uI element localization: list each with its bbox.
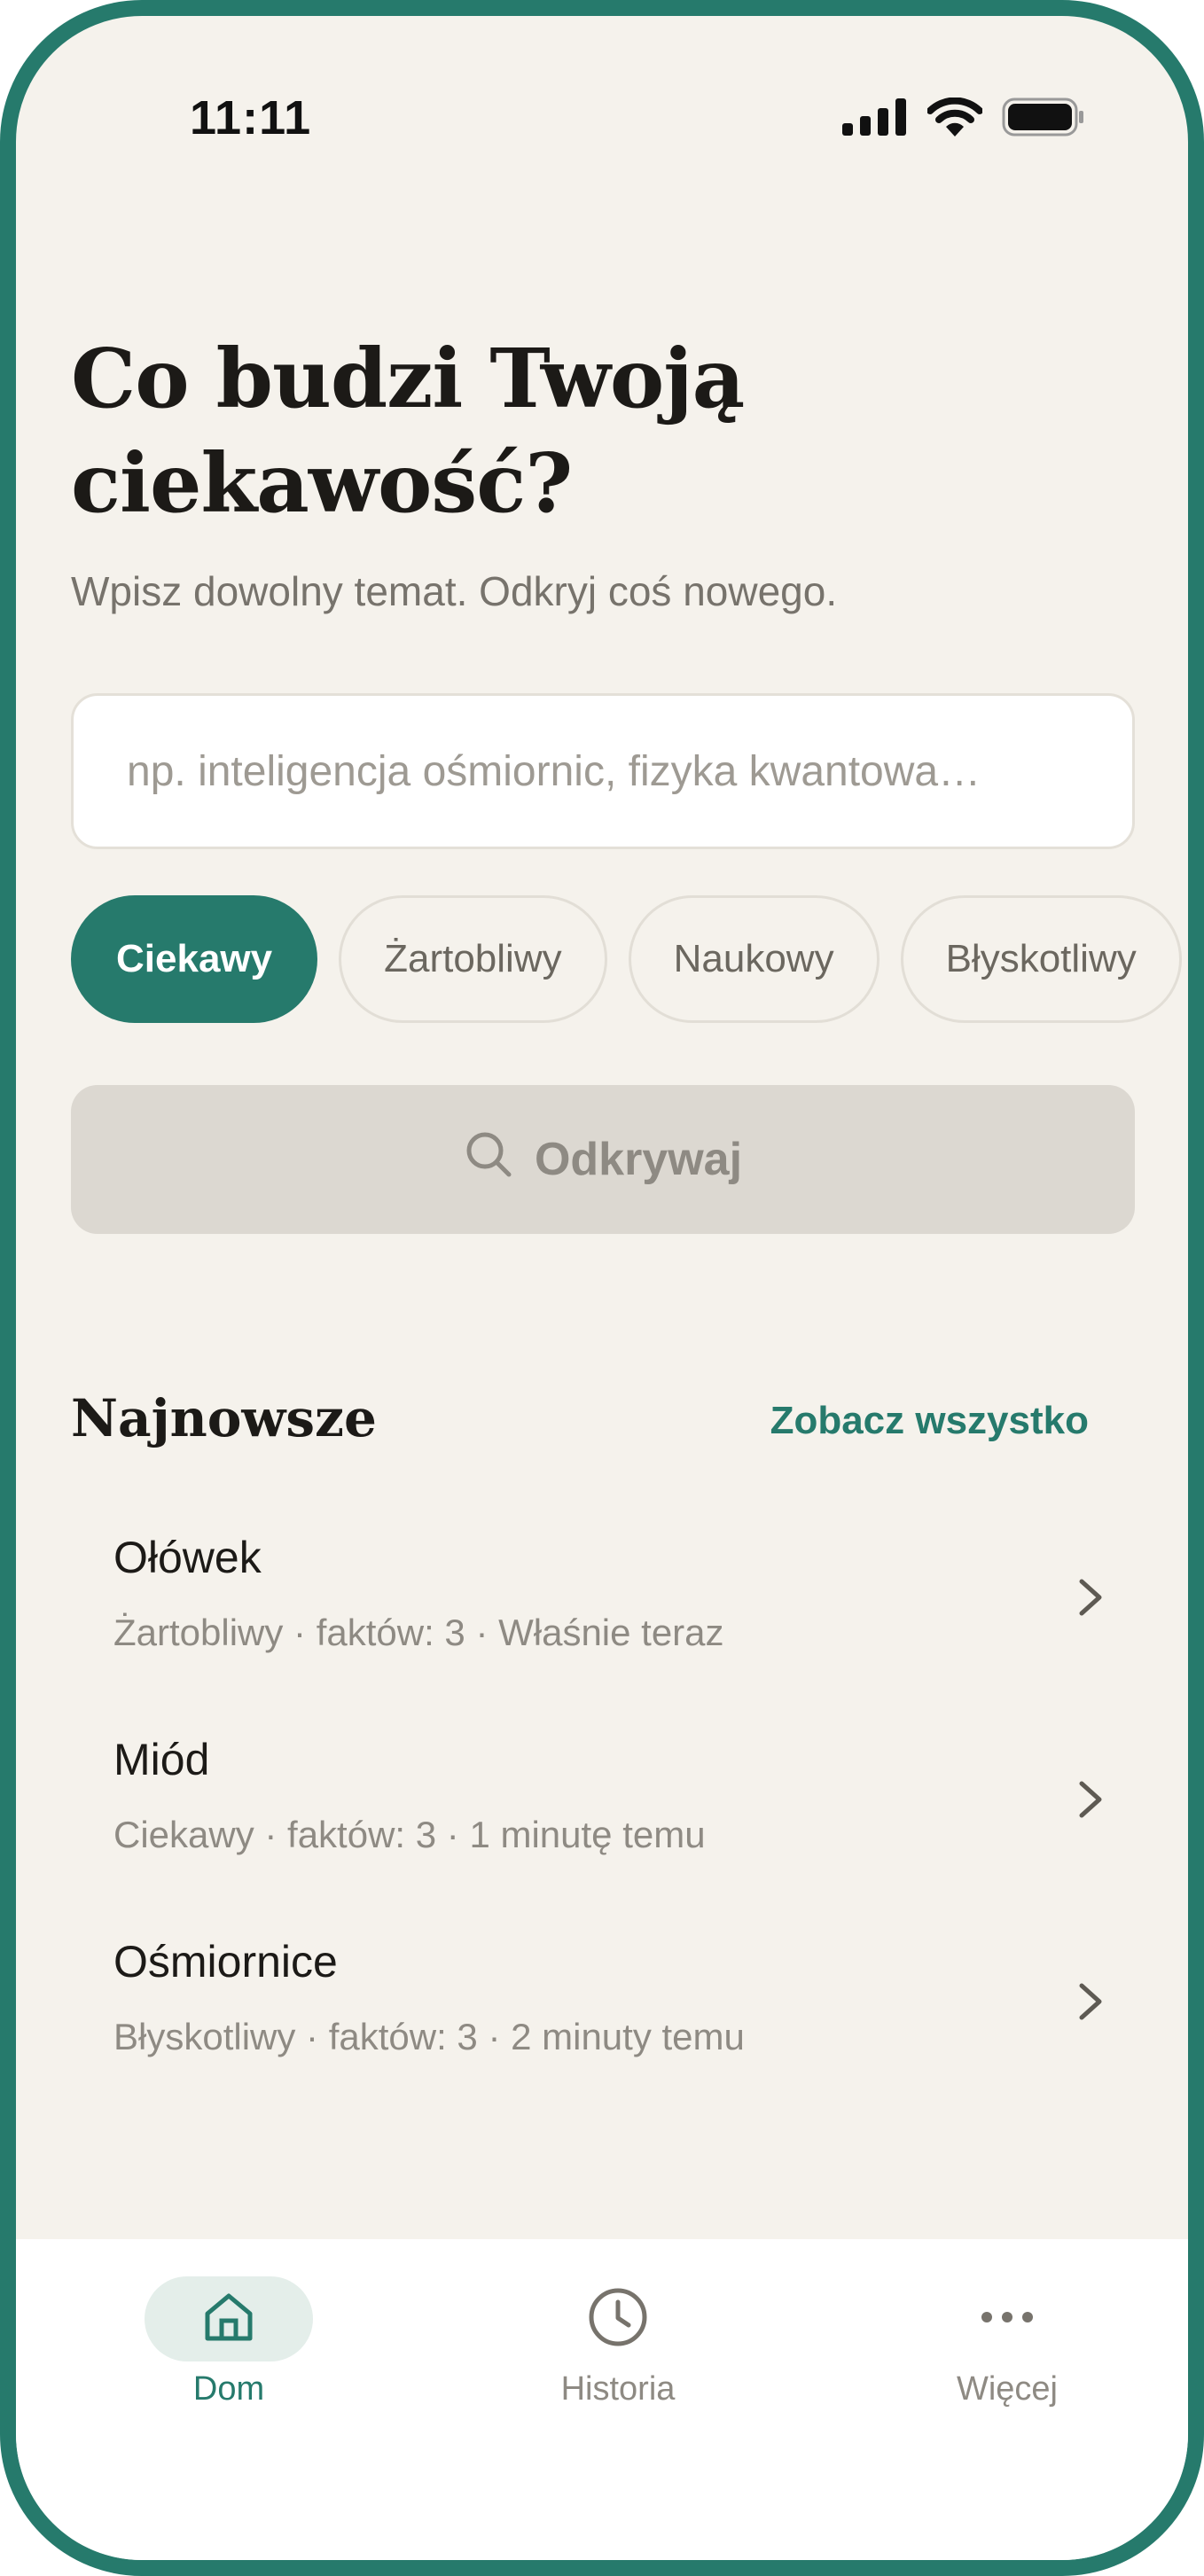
nav-item-dom[interactable]: Dom: [122, 2276, 335, 2408]
clock-icon: [587, 2286, 649, 2353]
nav-label: Dom: [192, 2370, 265, 2408]
nav-icon-container: [145, 2276, 313, 2361]
nav-label: Więcej: [956, 2370, 1059, 2408]
bottom-navigation: Dom Historia Więcej: [16, 2239, 1188, 2560]
home-icon: [200, 2289, 257, 2350]
phone-frame: 11:11 Co budzi Twoją ciekawość? Wpisz do…: [0, 0, 1204, 2576]
chevron-right-icon: [1075, 1578, 1106, 1621]
recent-item-title: Miód: [113, 1735, 210, 1784]
recent-section-title: Najnowsze: [71, 1388, 377, 1448]
nav-label: Historia: [560, 2370, 676, 2408]
wifi-icon: [926, 97, 983, 141]
battery-icon: [1002, 98, 1085, 141]
see-all-link[interactable]: Zobacz wszystko: [770, 1399, 1089, 1443]
nav-item-wiecej[interactable]: Więcej: [901, 2276, 1114, 2408]
nav-icon-container: [923, 2276, 1091, 2361]
recent-item-olowek[interactable]: Ołówek Żartobliwy · faktów: 3 · Właśnie …: [113, 1532, 1124, 1734]
page-title-line2: ciekawość?: [71, 435, 573, 531]
status-icons: [842, 97, 1085, 141]
cellular-signal-icon: [842, 98, 908, 140]
recent-item-meta: Ciekawy · faktów: 3 · 1 minutę temu: [113, 1814, 706, 1855]
recent-item-osmiornice[interactable]: Ośmiornice Błyskotliwy · faktów: 3 · 2 m…: [113, 1936, 1124, 2138]
tone-chips: Ciekawy Żartobliwy Naukowy Błyskotliwy: [71, 895, 1188, 1028]
discover-button[interactable]: Odkrywaj: [71, 1085, 1135, 1234]
topic-search-input[interactable]: [125, 745, 1081, 797]
chevron-right-icon: [1075, 1982, 1106, 2026]
nav-item-historia[interactable]: Historia: [512, 2276, 724, 2408]
chip-blyskotliwy[interactable]: Błyskotliwy: [900, 895, 1182, 1023]
nav-icon-container: [534, 2276, 702, 2361]
recent-item-meta: Błyskotliwy · faktów: 3 · 2 minuty temu: [113, 2016, 745, 2057]
search-icon: [464, 1129, 513, 1190]
page-title: Co budzi Twoją ciekawość?: [71, 326, 1046, 535]
more-dots-icon: [980, 2310, 1035, 2329]
recent-item-title: Ośmiornice: [113, 1937, 338, 1987]
discover-button-label: Odkrywaj: [534, 1134, 743, 1185]
chip-ciekawy[interactable]: Ciekawy: [71, 895, 318, 1023]
chip-naukowy[interactable]: Naukowy: [628, 895, 880, 1023]
recent-item-miod[interactable]: Miód Ciekawy · faktów: 3 · 1 minutę temu: [113, 1734, 1124, 1936]
page-title-line1: Co budzi Twoją: [71, 331, 745, 426]
recent-item-meta: Żartobliwy · faktów: 3 · Właśnie teraz: [113, 1612, 724, 1653]
recent-item-title: Ołówek: [113, 1533, 262, 1582]
page-subtitle: Wpisz dowolny temat. Odkryj coś nowego.: [71, 568, 838, 614]
status-time: 11:11: [190, 91, 312, 144]
recent-list: Ołówek Żartobliwy · faktów: 3 · Właśnie …: [113, 1532, 1124, 2138]
chevron-right-icon: [1075, 1780, 1106, 1823]
search-field-container[interactable]: [71, 693, 1135, 849]
chip-zartobliwy[interactable]: Żartobliwy: [339, 895, 607, 1023]
